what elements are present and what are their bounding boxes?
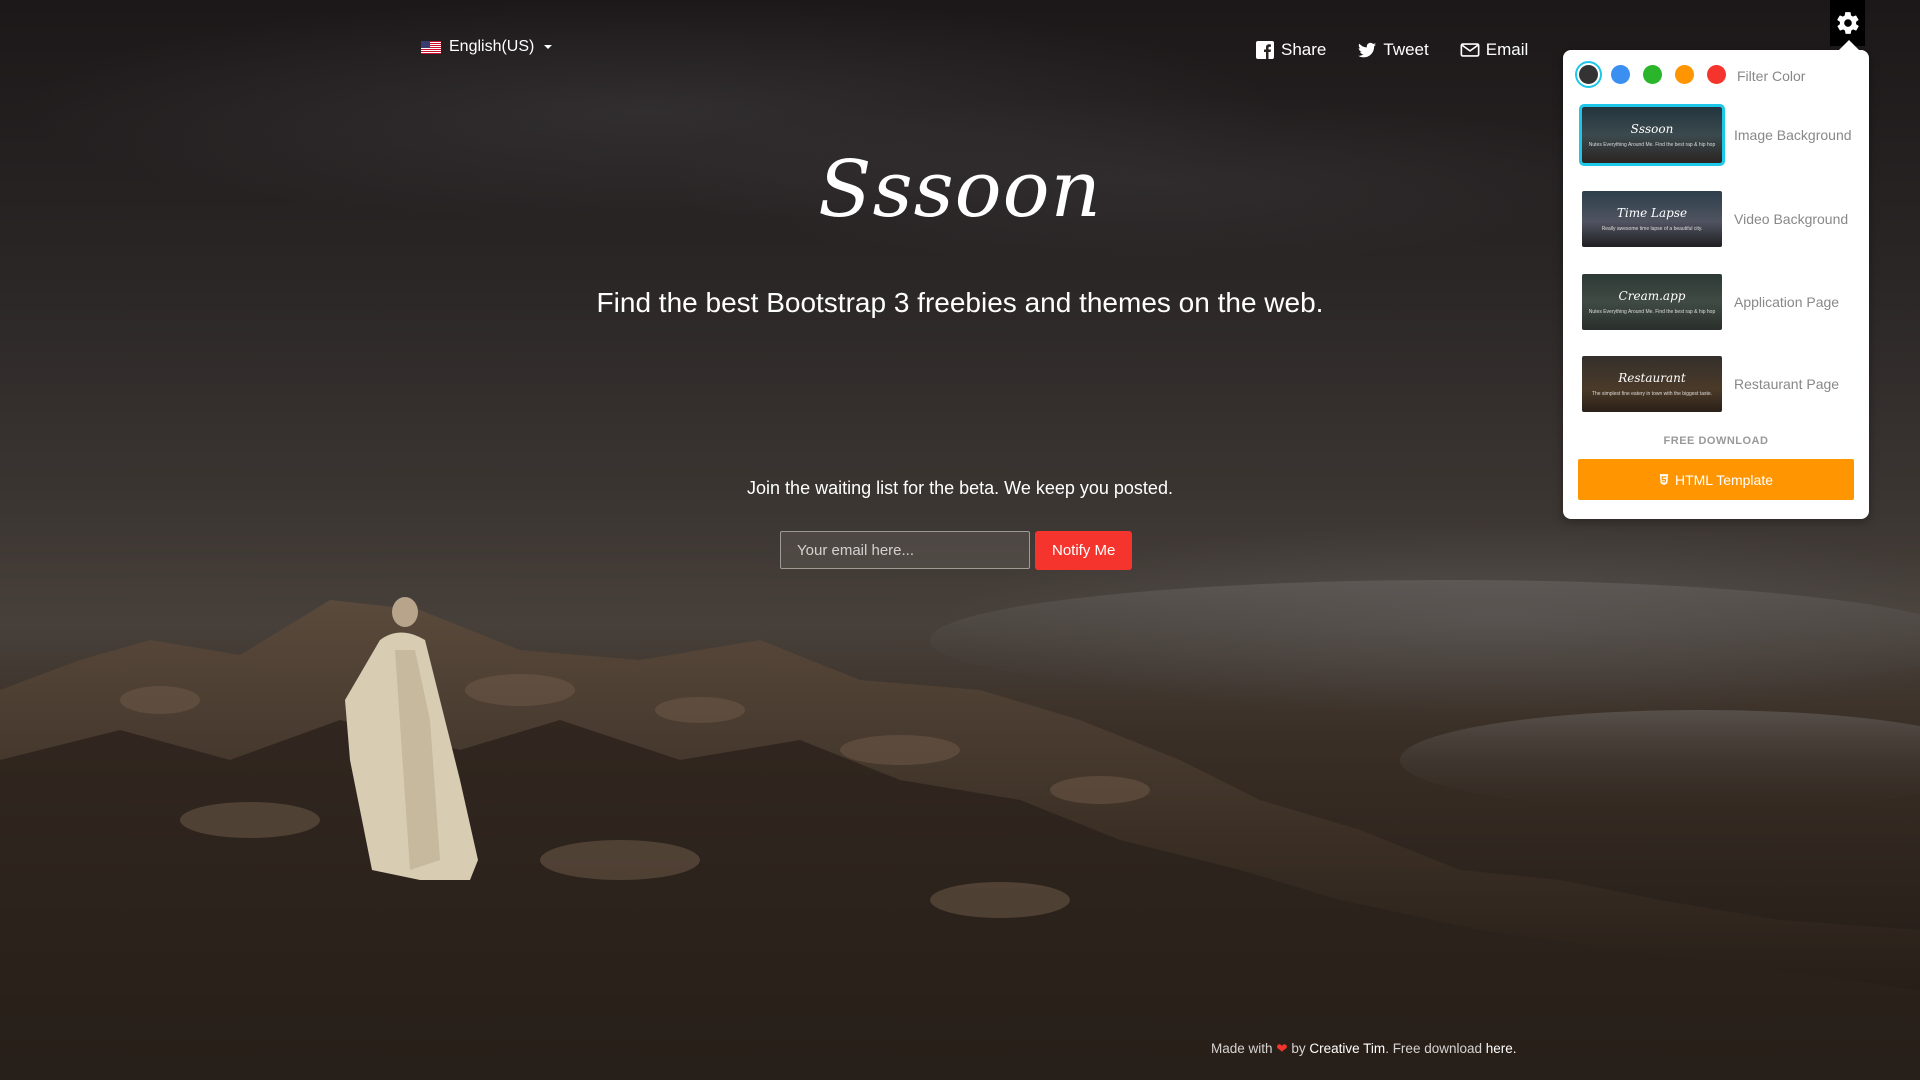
made-with-text: Made with: [1211, 1041, 1273, 1056]
theme-label: Application Page: [1734, 294, 1840, 310]
here-link[interactable]: here.: [1486, 1041, 1517, 1056]
share-links: Share Tweet Email: [1255, 40, 1528, 60]
share-email-link[interactable]: Email: [1460, 40, 1529, 60]
theme-option-application-page[interactable]: Cream.app Nutes Everything Around Me. Fi…: [1582, 274, 1839, 330]
color-option-green[interactable]: [1643, 65, 1662, 84]
html-template-button[interactable]: HTML Template: [1578, 459, 1854, 500]
heart-icon: ❤: [1276, 1041, 1288, 1056]
html5-icon: [1659, 473, 1669, 485]
share-facebook-link[interactable]: Share: [1255, 40, 1326, 60]
free-download-text: . Free download: [1385, 1041, 1482, 1056]
by-text: by: [1291, 1041, 1306, 1056]
language-selector[interactable]: English(US): [421, 38, 553, 56]
theme-thumbnail: Cream.app Nutes Everything Around Me. Fi…: [1582, 274, 1722, 330]
theme-thumbnail: Time Lapse Really awesome time lapse of …: [1582, 191, 1722, 247]
caret-down-icon: [544, 45, 553, 49]
theme-thumbnail: Sssoon Nutes Everything Around Me. Find …: [1579, 104, 1725, 166]
envelope-icon: [1460, 43, 1480, 57]
theme-label: Restaurant Page: [1734, 376, 1840, 392]
free-download-heading: FREE DOWNLOAD: [1663, 435, 1769, 447]
share-label: Share: [1281, 40, 1327, 59]
theme-label: Video Background: [1734, 211, 1849, 227]
theme-label: Image Background: [1734, 127, 1852, 143]
theme-option-video-background[interactable]: Time Lapse Really awesome time lapse of …: [1582, 191, 1848, 247]
thumb-title: Cream.app: [1618, 289, 1686, 303]
color-option-blue[interactable]: [1611, 65, 1630, 84]
email-label: Email: [1485, 40, 1529, 59]
thumb-subtitle: Nutes Everything Around Me. Find the bes…: [1588, 142, 1716, 148]
creative-tim-link[interactable]: Creative Tim: [1309, 1041, 1385, 1056]
twitter-icon: [1358, 42, 1377, 58]
facebook-icon: [1256, 41, 1274, 59]
color-option-orange[interactable]: [1675, 65, 1694, 84]
color-option-red[interactable]: [1707, 65, 1726, 84]
thumb-title: Sssoon: [1630, 122, 1674, 136]
theme-option-image-background[interactable]: Sssoon Nutes Everything Around Me. Find …: [1579, 104, 1852, 166]
html-template-label: HTML Template: [1674, 471, 1774, 488]
thumb-title: Restaurant: [1618, 371, 1686, 385]
color-option-dark[interactable]: [1579, 65, 1598, 84]
footer-credit: Made with ❤ by Creative Tim. Free downlo…: [1211, 1041, 1517, 1057]
filter-color-options: [1579, 65, 1726, 84]
notify-me-button[interactable]: Notify Me: [1035, 531, 1133, 570]
language-label: English(US): [449, 38, 535, 55]
filter-color-label: Filter Color: [1737, 68, 1806, 84]
thumb-subtitle: Nutes Everything Around Me. Find the bes…: [1588, 309, 1716, 315]
subscribe-form: Notify Me: [780, 531, 1133, 570]
thumb-subtitle: The simplest fine eatery in town with th…: [1591, 391, 1713, 397]
share-twitter-link[interactable]: Tweet: [1357, 40, 1429, 60]
email-input[interactable]: [780, 531, 1030, 569]
theme-option-restaurant-page[interactable]: Restaurant The simplest fine eatery in t…: [1582, 356, 1839, 412]
tweet-label: Tweet: [1383, 40, 1429, 59]
thumb-subtitle: Really awesome time lapse of a beautiful…: [1601, 226, 1703, 232]
thumb-title: Time Lapse: [1616, 206, 1688, 220]
theme-thumbnail: Restaurant The simplest fine eatery in t…: [1582, 356, 1722, 412]
gear-icon: [1836, 12, 1859, 34]
settings-panel: Filter Color Sssoon Nutes Everything Aro…: [1563, 40, 1869, 519]
us-flag-icon: [421, 40, 441, 54]
